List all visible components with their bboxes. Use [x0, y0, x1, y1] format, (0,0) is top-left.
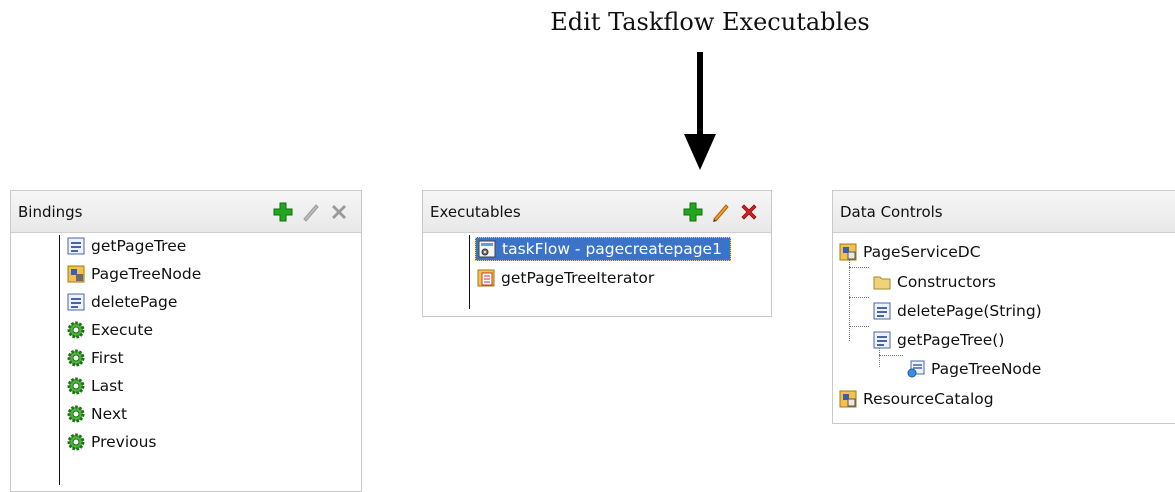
- executables-title: Executables: [430, 202, 521, 221]
- binding-item[interactable]: First: [67, 345, 124, 371]
- data-control-label: getPageTree(): [897, 331, 1005, 349]
- data-controls-title: Data Controls: [840, 202, 943, 221]
- folder-icon: [873, 276, 891, 290]
- data-control-label: deletePage(String): [897, 302, 1042, 320]
- executable-label: getPageTreeIterator: [501, 269, 655, 287]
- bindings-panel: Bindings getPageTree PageTreeNode delete…: [10, 190, 362, 492]
- delete-binding-icon: [332, 204, 346, 219]
- iterator-list-icon: [477, 269, 495, 287]
- binding-label: PageTreeNode: [91, 265, 202, 283]
- data-control-label: ResourceCatalog: [863, 390, 994, 408]
- bindings-panel-header: Bindings: [11, 191, 361, 233]
- taskflow-icon: [478, 240, 496, 258]
- bindings-title: Bindings: [18, 202, 83, 221]
- add-binding-icon[interactable]: [273, 202, 293, 222]
- binding-item[interactable]: PageTreeNode: [67, 261, 201, 287]
- binding-label: getPageTree: [91, 237, 187, 255]
- method-icon: [873, 331, 891, 349]
- data-controls-panel: Data Controls PageServiceDC Constructors…: [832, 190, 1175, 424]
- action-gear-icon: [67, 377, 85, 395]
- action-gear-icon: [67, 349, 85, 367]
- delete-executable-icon[interactable]: [739, 202, 759, 222]
- binding-label: Last: [91, 377, 124, 395]
- data-control-label: Constructors: [897, 273, 997, 291]
- data-control-label: PageTreeNode: [931, 360, 1042, 378]
- data-control-icon: [839, 243, 857, 261]
- return-collection-icon: [907, 360, 925, 378]
- binding-label: Next: [91, 405, 128, 423]
- data-control-item[interactable]: PageTreeNode: [907, 356, 1041, 382]
- data-control-icon: [839, 390, 857, 408]
- bindings-tree: getPageTree PageTreeNode deletePage Exec…: [11, 233, 361, 491]
- executable-item[interactable]: getPageTreeIterator: [477, 265, 654, 291]
- add-executable-icon[interactable]: [683, 202, 703, 222]
- data-control-item[interactable]: PageServiceDC: [839, 239, 981, 265]
- binding-label: deletePage: [91, 293, 178, 311]
- binding-item[interactable]: Next: [67, 401, 127, 427]
- data-controls-tree: PageServiceDC Constructors deletePage(St…: [833, 233, 1175, 421]
- binding-item[interactable]: Previous: [67, 429, 157, 455]
- edit-executable-icon[interactable]: [711, 202, 731, 222]
- data-control-item[interactable]: getPageTree(): [873, 327, 1004, 353]
- data-controls-panel-header: Data Controls: [833, 191, 1175, 233]
- binding-item[interactable]: Execute: [67, 317, 153, 343]
- binding-item[interactable]: deletePage: [67, 289, 177, 315]
- action-gear-icon: [67, 405, 85, 423]
- binding-item[interactable]: getPageTree: [67, 233, 186, 259]
- binding-label: First: [91, 349, 124, 367]
- iterator-icon: [67, 265, 85, 283]
- executable-item-selected[interactable]: taskFlow - pagecreatepage1: [475, 237, 731, 261]
- executables-panel: Executables taskFlow - pagecreatepage1 g…: [422, 190, 772, 317]
- method-icon: [873, 302, 891, 320]
- binding-label: Previous: [91, 433, 157, 451]
- edit-binding-icon: [303, 203, 319, 222]
- method-icon: [67, 237, 85, 255]
- action-gear-icon: [67, 433, 85, 451]
- data-control-label: PageServiceDC: [863, 243, 981, 261]
- executables-panel-header: Executables: [423, 191, 771, 233]
- data-control-item[interactable]: Constructors: [873, 269, 996, 295]
- data-control-item[interactable]: ResourceCatalog: [839, 386, 994, 412]
- executable-label: taskFlow - pagecreatepage1: [502, 240, 722, 258]
- data-control-item[interactable]: deletePage(String): [873, 298, 1042, 324]
- binding-label: Execute: [91, 321, 153, 339]
- executables-tree: taskFlow - pagecreatepage1 getPageTreeIt…: [423, 233, 771, 315]
- method-icon: [67, 293, 85, 311]
- action-gear-icon: [67, 321, 85, 339]
- binding-item[interactable]: Last: [67, 373, 123, 399]
